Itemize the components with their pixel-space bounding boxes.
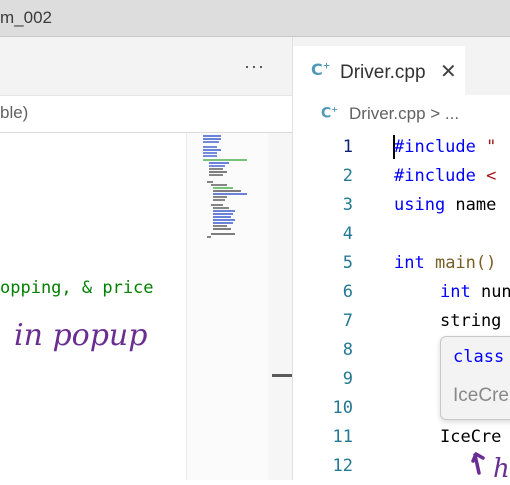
code-line-3: using name (394, 195, 497, 215)
cpp-file-icon: C+ (311, 60, 331, 79)
hover-popup[interactable]: class IceCre (440, 336, 510, 420)
left-code-line: opping, & price (0, 278, 154, 298)
minimap-lines (203, 135, 247, 238)
minimap[interactable] (186, 133, 269, 480)
line-number: 9 (342, 369, 353, 389)
line-number: 3 (342, 195, 353, 215)
line-number: 1 (342, 137, 353, 157)
line-number: 2 (342, 166, 353, 186)
code-line-5: int main() (394, 253, 497, 273)
right-breadcrumb: C+ Driver.cpp > ... (293, 96, 510, 132)
window-title-bar: m_002 (0, 0, 510, 37)
line-number: 4 (342, 224, 353, 244)
left-tab-bar: ··· (0, 37, 292, 96)
more-actions-button[interactable]: ··· (244, 57, 265, 75)
code-line-2: #include < (394, 166, 497, 186)
popup-class-name: IceCre (453, 385, 509, 406)
line-number: 8 (342, 340, 353, 360)
line-number: 11 (332, 427, 353, 447)
left-scrollbar[interactable] (268, 133, 292, 480)
close-icon[interactable]: ✕ (440, 59, 457, 84)
breadcrumb-file[interactable]: Driver.cpp > ... (349, 104, 459, 124)
line-number: 12 (332, 456, 353, 476)
line-number: 7 (342, 311, 353, 331)
tab-label: Driver.cpp (340, 62, 426, 83)
left-breadcrumb-text[interactable]: ble) (0, 103, 28, 123)
window-title: m_002 (0, 8, 52, 27)
code-line-1: #include " (394, 137, 497, 157)
left-breadcrumb: ble) (0, 96, 292, 133)
cpp-breadcrumb-icon: C+ (321, 105, 338, 122)
ink-arrow-annotation: h (471, 452, 510, 480)
ink-annotation-left: in popup (14, 318, 148, 353)
line-number: 10 (332, 398, 353, 418)
line-number: 5 (342, 253, 353, 273)
code-line-6: int nun (440, 282, 510, 302)
code-editor[interactable]: #include " #include < using name int mai… (383, 133, 510, 480)
scrollbar-thumb[interactable] (272, 374, 292, 377)
popup-keyword: class (453, 347, 505, 367)
tab-driver-cpp[interactable]: C+ Driver.cpp ✕ (293, 45, 465, 96)
line-number: 6 (342, 282, 353, 302)
code-line-7: string (440, 311, 502, 331)
ink-annotation-right: h (493, 454, 510, 480)
line-number-gutter: 1 2 3 4 5 6 7 8 9 10 11 12 (293, 133, 383, 480)
